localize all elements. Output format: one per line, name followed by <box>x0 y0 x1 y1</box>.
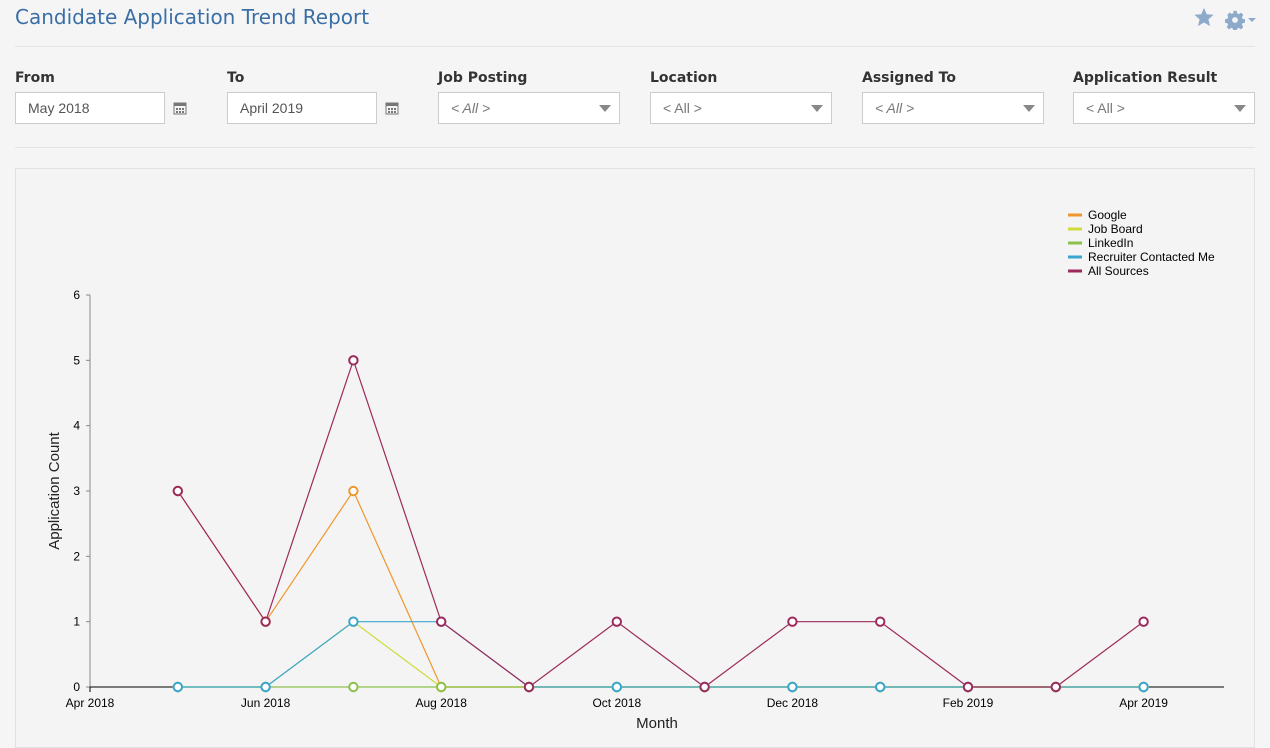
legend-label: Google <box>1088 208 1127 222</box>
x-tick-label: Jun 2018 <box>241 696 291 710</box>
x-axis-label: Month <box>636 715 678 732</box>
x-tick-label: Apr 2018 <box>66 696 115 710</box>
data-point <box>523 681 535 693</box>
y-tick-label: 0 <box>73 680 80 694</box>
series-line-all-sources <box>177 358 1144 688</box>
y-tick-label: 3 <box>73 484 80 498</box>
data-point <box>611 616 622 627</box>
data-point <box>962 681 974 693</box>
x-tick-label: Aug 2018 <box>416 696 468 710</box>
y-tick-label: 1 <box>73 615 80 629</box>
data-point <box>172 485 184 497</box>
data-point <box>348 485 359 497</box>
data-point <box>260 616 271 627</box>
data-point <box>348 355 359 366</box>
x-tick-label: Oct 2018 <box>592 696 641 710</box>
legend-label: Job Board <box>1088 222 1143 236</box>
x-tick-label: Apr 2019 <box>1119 696 1168 710</box>
data-point <box>436 681 447 693</box>
legend-label: Recruiter Contacted Me <box>1088 250 1215 264</box>
data-point <box>1138 616 1149 627</box>
data-point <box>172 681 184 693</box>
data-point <box>348 681 359 693</box>
trend-chart: 0 1 2 3 4 5 6 Apr 2018 Jun 2018 Aug 2018 Oct 2018 D… <box>46 208 1224 732</box>
x-tick-label: Feb 2019 <box>943 696 994 710</box>
data-point <box>875 681 886 693</box>
data-point <box>1138 681 1149 693</box>
legend-label: LinkedIn <box>1088 236 1133 250</box>
y-tick-label: 2 <box>73 549 80 563</box>
data-point <box>260 681 271 693</box>
data-point <box>1050 681 1062 693</box>
y-tick-label: 4 <box>73 419 80 433</box>
legend-label: All Sources <box>1088 264 1149 278</box>
data-point <box>699 681 710 693</box>
data-point <box>787 616 798 627</box>
data-point <box>611 681 622 693</box>
data-point <box>875 616 886 627</box>
x-tick-label: Dec 2018 <box>767 696 819 710</box>
y-tick-label: 5 <box>73 353 80 367</box>
data-point <box>787 681 798 693</box>
y-tick-label: 6 <box>73 288 80 302</box>
y-axis-label: Application Count <box>46 431 63 549</box>
data-point <box>436 616 447 627</box>
series-line-google <box>177 489 1144 688</box>
data-point <box>348 616 359 627</box>
